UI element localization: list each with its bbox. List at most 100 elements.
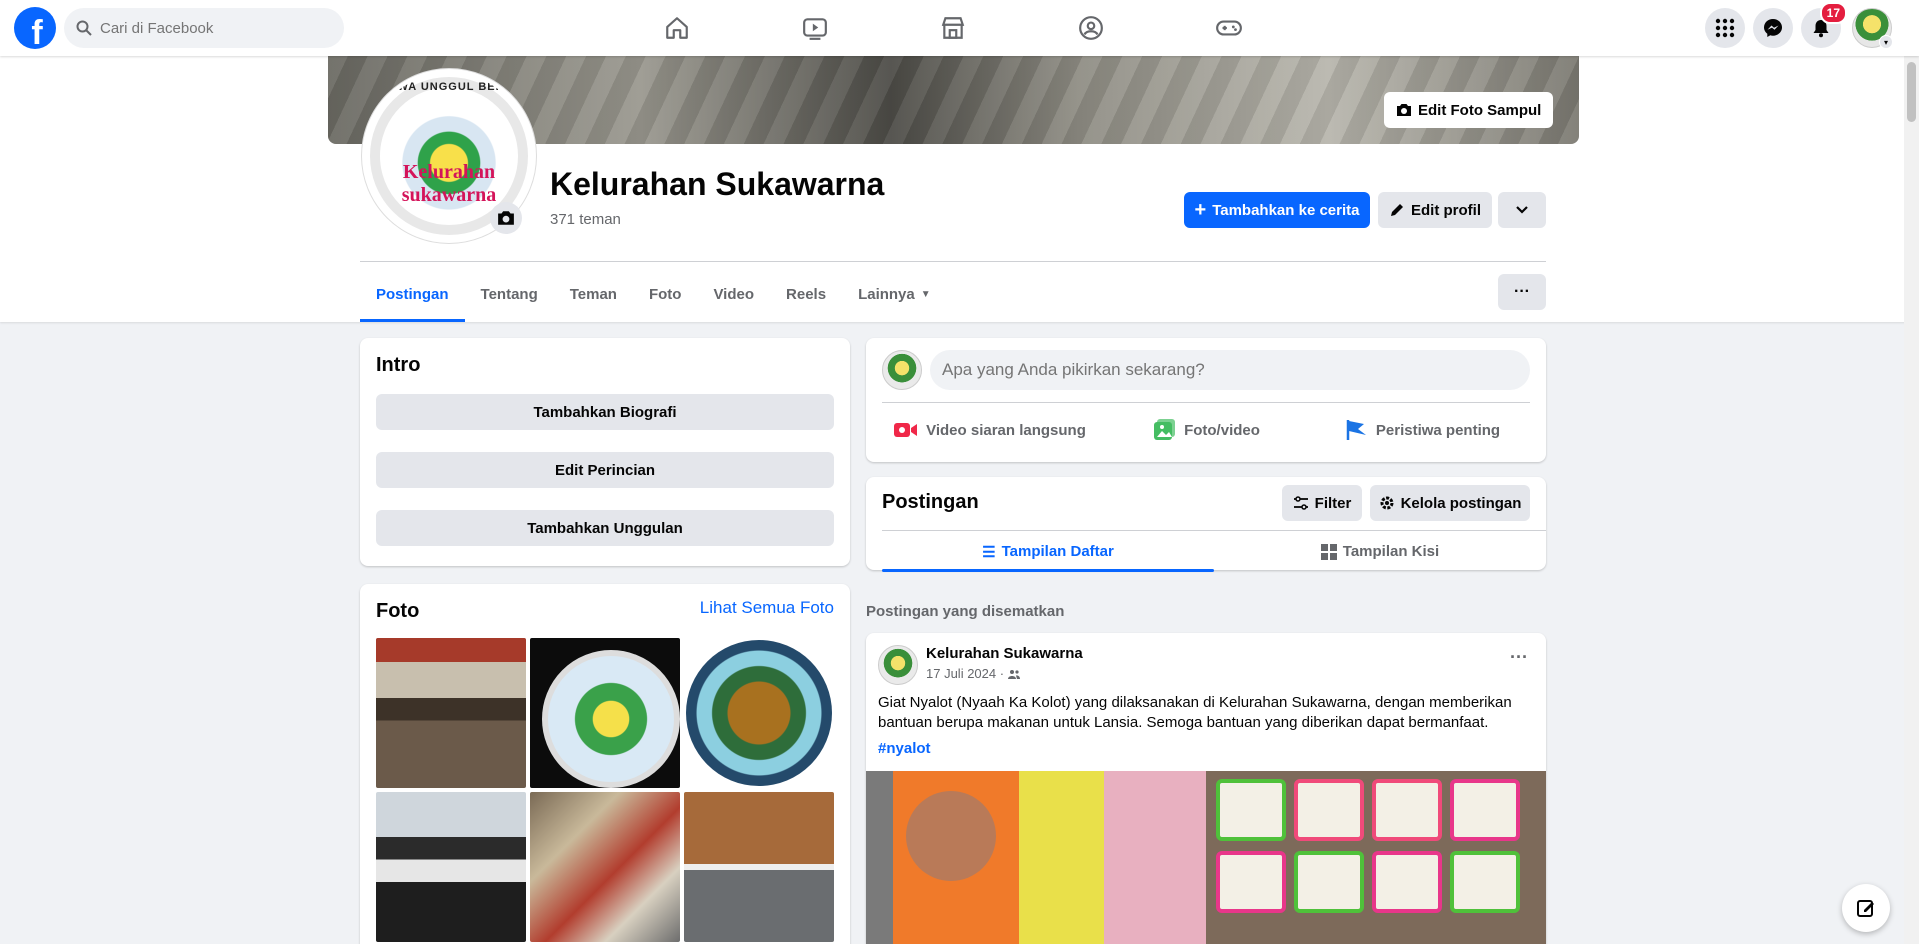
post-date[interactable]: 17 Juli 2024 ·	[926, 666, 1004, 681]
messenger-button[interactable]	[1753, 8, 1793, 48]
manage-posts-label: Kelola postingan	[1400, 494, 1522, 512]
edit-details-button[interactable]: Edit Perincian	[376, 452, 834, 488]
food-box	[1294, 779, 1364, 841]
manage-posts-button[interactable]: Kelola postingan	[1370, 485, 1530, 521]
header-divider	[360, 261, 1546, 262]
life-event-button[interactable]: Peristiwa penting	[1314, 410, 1530, 450]
scrollbar-thumb[interactable]	[1907, 62, 1916, 122]
food-box	[1216, 779, 1286, 841]
photo-thumbnail[interactable]	[530, 792, 680, 942]
post-meta: 17 Juli 2024 ·	[926, 666, 1021, 681]
gaming-icon	[1216, 20, 1242, 36]
page-title: Kelurahan Sukawarna	[550, 166, 885, 202]
tab-reels[interactable]: Reels	[770, 266, 842, 322]
update-profile-picture-button[interactable]	[490, 202, 522, 234]
see-all-photos-link[interactable]: Lihat Semua Foto	[700, 598, 834, 618]
nav-marketplace-button[interactable]	[884, 0, 1022, 56]
compose-icon	[1857, 900, 1874, 917]
photo-thumbnail[interactable]	[376, 638, 526, 788]
nav-video-button[interactable]	[746, 0, 884, 56]
profile-tabs: Postingan Tentang Teman Foto Video Reels…	[360, 266, 947, 322]
nav-gaming-button[interactable]	[1160, 0, 1298, 56]
photo-video-button[interactable]: Foto/video	[1098, 410, 1314, 450]
tab-label: Postingan	[376, 285, 449, 303]
facebook-logo[interactable]: f	[14, 7, 56, 49]
edit-cover-button[interactable]: Edit Foto Sampul	[1384, 92, 1554, 128]
food-box	[1216, 851, 1286, 913]
add-featured-button[interactable]: Tambahkan Unggulan	[376, 510, 834, 546]
edit-cover-label: Edit Foto Sampul	[1418, 101, 1542, 119]
status-input[interactable]	[930, 350, 1530, 390]
ellipsis-icon: ···	[1514, 283, 1530, 300]
search-input[interactable]	[100, 19, 320, 37]
grid-view-label: Tampilan Kisi	[1342, 543, 1440, 560]
add-to-story-button[interactable]: + Tambahkan ke cerita	[1184, 192, 1370, 228]
camera-icon	[498, 211, 514, 225]
add-to-story-label: Tambahkan ke cerita	[1212, 201, 1360, 219]
video-icon	[803, 18, 827, 40]
post-options-button[interactable]: ···	[1510, 647, 1528, 668]
friends-count[interactable]: 371 teman	[550, 211, 621, 228]
notifications-button[interactable]: 17	[1801, 2, 1847, 48]
live-video-button[interactable]: Video siaran langsung	[882, 410, 1098, 450]
tab-label: Lainnya	[858, 285, 915, 303]
messenger-icon	[1764, 19, 1782, 37]
profile-options-button[interactable]	[1498, 192, 1546, 228]
filter-label: Filter	[1314, 494, 1352, 512]
tab-list-view[interactable]: ☰ Tampilan Daftar	[882, 531, 1214, 572]
post-text: Giat Nyalot (Nyaah Ka Kolot) yang dilaks…	[878, 694, 1512, 731]
nav-groups-button[interactable]	[1022, 0, 1160, 56]
tab-video[interactable]: Video	[697, 266, 770, 322]
tab-grid-view[interactable]: Tampilan Kisi	[1214, 531, 1546, 572]
post-image[interactable]	[1206, 771, 1546, 944]
photo-thumbnail[interactable]	[684, 792, 834, 942]
more-options-button[interactable]: ···	[1498, 274, 1546, 310]
avatar[interactable]	[882, 350, 922, 390]
profile-picture-ring-text: TAQWA UNGGUL BERSIH	[372, 81, 526, 93]
groups-icon	[1079, 16, 1103, 40]
add-bio-label: Tambahkan Biografi	[533, 403, 677, 421]
add-featured-label: Tambahkan Unggulan	[527, 519, 683, 537]
search-box[interactable]	[64, 8, 344, 48]
tab-postingan[interactable]: Postingan	[360, 266, 465, 322]
friends-audience-icon	[1008, 669, 1021, 679]
page-scrollbar[interactable]	[1904, 56, 1919, 944]
menu-button[interactable]	[1705, 8, 1745, 48]
post-image[interactable]	[866, 771, 1206, 944]
chevron-down-icon	[1516, 206, 1528, 214]
tab-teman[interactable]: Teman	[554, 266, 633, 322]
plus-icon: +	[1194, 198, 1207, 221]
posts-panel-title: Postingan	[882, 491, 979, 513]
posts-panel: Postingan Filter Kelola postingan ☰ Tamp…	[866, 477, 1546, 572]
marketplace-icon	[941, 17, 965, 39]
nav-home-button[interactable]	[608, 0, 746, 56]
food-box	[1372, 779, 1442, 841]
notification-badge: 17	[1819, 2, 1847, 24]
tab-foto[interactable]: Foto	[633, 266, 697, 322]
post-author[interactable]: Kelurahan Sukawarna	[926, 645, 1083, 662]
tab-lainnya[interactable]: Lainnya ▼	[842, 266, 947, 322]
tab-tentang[interactable]: Tentang	[465, 266, 554, 322]
composer-divider	[882, 402, 1530, 403]
photo-thumbnail[interactable]	[684, 638, 834, 788]
account-avatar[interactable]: ▾	[1852, 8, 1893, 49]
intro-card: Intro Tambahkan Biografi Edit Perincian …	[360, 338, 850, 566]
edit-details-label: Edit Perincian	[554, 461, 656, 479]
gear-icon	[1380, 496, 1394, 510]
photo-thumbnail[interactable]	[530, 638, 680, 788]
avatar[interactable]	[878, 645, 918, 685]
add-bio-button[interactable]: Tambahkan Biografi	[376, 394, 834, 430]
photos-title: Foto	[376, 600, 420, 622]
post-hashtag[interactable]: #nyalot	[878, 740, 931, 757]
live-video-label: Video siaran langsung	[926, 421, 1086, 439]
new-message-button[interactable]	[1842, 884, 1890, 932]
post-composer: Video siaran langsung Foto/video Peristi…	[866, 338, 1546, 462]
filter-button[interactable]: Filter	[1282, 485, 1362, 521]
tab-label: Teman	[569, 285, 617, 303]
edit-profile-button[interactable]: Edit profil	[1378, 192, 1492, 228]
list-icon: ☰	[982, 543, 996, 561]
photo-thumbnail[interactable]	[376, 792, 526, 942]
menu-grid-icon	[1715, 18, 1735, 38]
caret-down-icon: ▼	[920, 288, 931, 300]
grid-icon	[1320, 543, 1337, 560]
